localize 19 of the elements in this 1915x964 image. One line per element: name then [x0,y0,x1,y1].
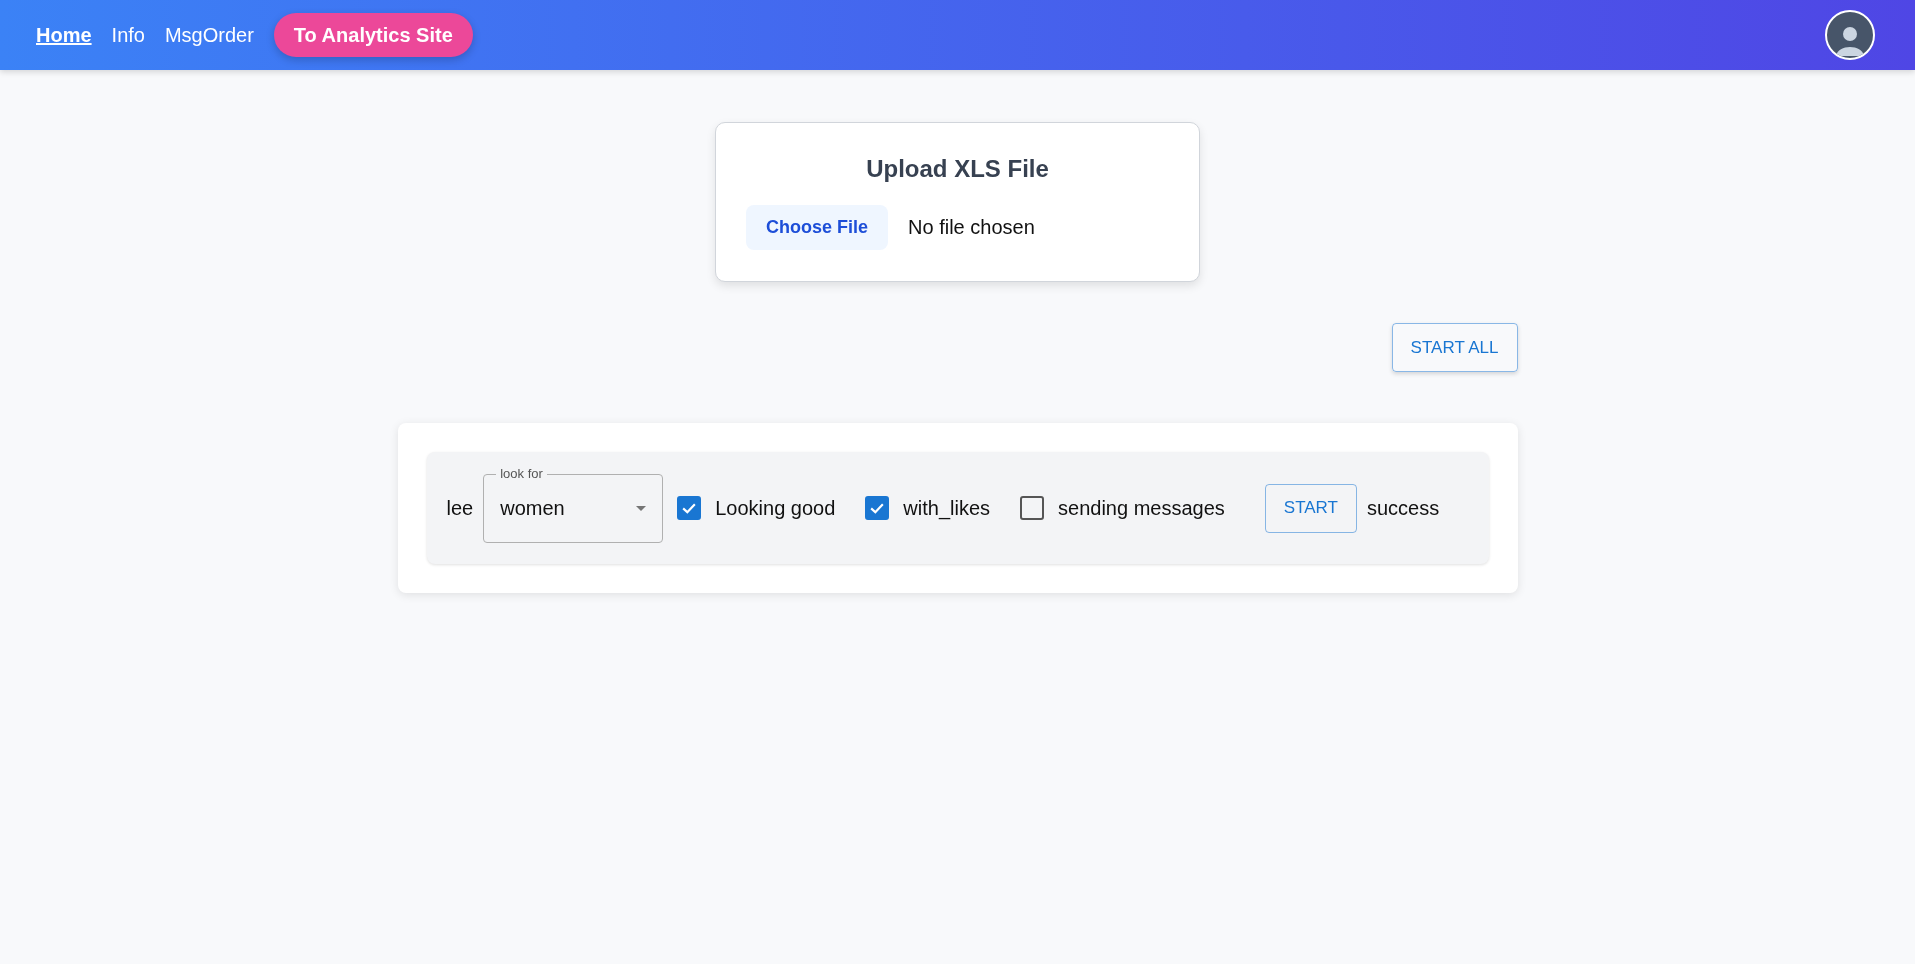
avatar-photo-placeholder[interactable] [1825,10,1875,60]
file-status-text: No file chosen [908,216,1035,239]
upload-title: Upload XLS File [865,155,1050,183]
nav-link[interactable]: Info [111,23,145,47]
caret-icon [636,505,647,511]
checkbox-label: with_likes [903,496,990,520]
start-button[interactable]: START [1264,483,1357,533]
checkbox[interactable] [1020,496,1044,520]
status-text: success [1366,496,1440,520]
checkbox[interactable] [865,496,890,520]
account-name: lee [446,496,474,520]
nav-link[interactable]: MsgOrder [164,23,254,47]
checkbox-label: sending messages [1058,496,1225,520]
analytics-site-button[interactable]: To Analytics Site [273,13,473,57]
choose-file-button[interactable]: Choose File [746,205,888,250]
nav-link[interactable]: Home [36,23,92,47]
start-all-button[interactable]: START ALL [1391,323,1518,372]
checkbox[interactable] [677,496,702,520]
checkbox-label: Looking good [715,496,836,520]
